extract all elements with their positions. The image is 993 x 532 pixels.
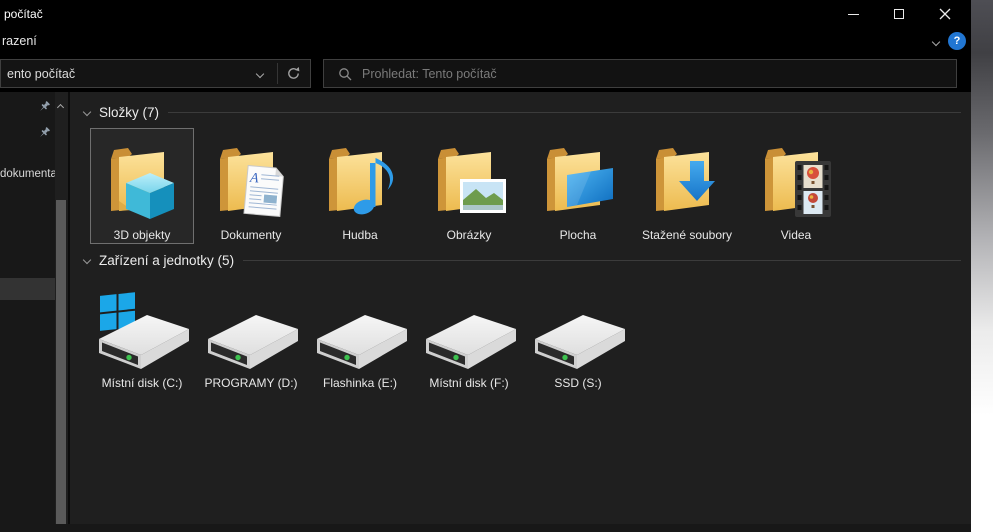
ribbon-expand-button[interactable] bbox=[928, 35, 944, 49]
documents-folder-icon: A bbox=[200, 129, 302, 227]
tile-label: PROGRAMY (D:) bbox=[204, 375, 297, 391]
tab-zobrazeni[interactable]: razení bbox=[2, 34, 37, 48]
hard-drive-icon bbox=[418, 291, 520, 375]
scroll-up-icon[interactable] bbox=[58, 97, 63, 115]
address-path: ento počítač bbox=[7, 67, 75, 81]
tile-label: Videa bbox=[781, 227, 811, 243]
help-icon: ? bbox=[954, 35, 961, 47]
chevron-down-icon bbox=[83, 108, 91, 116]
file-explorer-window: počítač razení ? ento počítač bbox=[0, 0, 971, 532]
scrollbar-thumb[interactable] bbox=[56, 200, 66, 524]
drive-tile-f[interactable]: Místní disk (F:) bbox=[417, 290, 521, 392]
search-icon bbox=[338, 67, 352, 81]
minimize-icon bbox=[848, 14, 859, 15]
address-dropdown-button[interactable] bbox=[246, 60, 274, 87]
chevron-down-icon bbox=[256, 69, 264, 77]
folder-tile-3d-objekty[interactable]: 3D objekty bbox=[90, 128, 194, 244]
tile-label: Flashinka (E:) bbox=[323, 375, 397, 391]
search-box[interactable] bbox=[323, 59, 957, 88]
sidebar-scrollbar[interactable] bbox=[55, 92, 68, 524]
maximize-icon bbox=[894, 9, 904, 19]
system-drive-icon bbox=[91, 291, 193, 375]
window-title: počítač bbox=[4, 7, 43, 21]
tile-label: Plocha bbox=[560, 227, 597, 243]
chevron-down-icon bbox=[83, 256, 91, 264]
refresh-button[interactable] bbox=[278, 60, 308, 87]
drives-grid: Místní disk (C:) bbox=[90, 290, 635, 392]
drive-tile-c[interactable]: Místní disk (C:) bbox=[90, 290, 194, 392]
main-area: dokumenta Složky (7) bbox=[0, 92, 971, 524]
drive-tile-s[interactable]: SSD (S:) bbox=[526, 290, 630, 392]
tile-label: Místní disk (C:) bbox=[102, 375, 183, 391]
chevron-down-icon bbox=[932, 38, 940, 46]
hard-drive-icon bbox=[309, 291, 411, 375]
background-window-behind bbox=[971, 0, 993, 532]
search-input[interactable] bbox=[362, 67, 956, 81]
desktop-folder-icon bbox=[527, 129, 629, 227]
pictures-folder-icon bbox=[418, 129, 520, 227]
address-bar[interactable]: ento počítač bbox=[0, 59, 311, 88]
tile-label: SSD (S:) bbox=[554, 375, 601, 391]
sidebar-selected-row[interactable] bbox=[0, 278, 55, 300]
folder-tile-plocha[interactable]: Plocha bbox=[526, 128, 630, 244]
drive-tile-d[interactable]: PROGRAMY (D:) bbox=[199, 290, 303, 392]
close-icon bbox=[939, 8, 951, 20]
tile-label: Stažené soubory bbox=[642, 227, 732, 243]
folders-grid: 3D objekty A bbox=[90, 128, 853, 244]
folder-tile-stazene-soubory[interactable]: Stažené soubory bbox=[635, 128, 739, 244]
tile-label: Hudba bbox=[342, 227, 377, 243]
hard-drive-icon bbox=[200, 291, 302, 375]
minimize-button[interactable] bbox=[830, 0, 876, 28]
hard-drive-icon bbox=[527, 291, 629, 375]
sidebar-item-label[interactable]: dokumenta bbox=[0, 168, 55, 180]
folder-tile-dokumenty[interactable]: A bbox=[199, 128, 303, 244]
group-header-devices[interactable]: Zařízení a jednotky (5) bbox=[84, 250, 961, 270]
statusbar-partial bbox=[0, 524, 971, 532]
group-title: Složky (7) bbox=[99, 105, 159, 120]
ribbon-tab-bar: razení ? bbox=[0, 28, 971, 55]
3d-objects-folder-icon bbox=[91, 129, 193, 227]
maximize-button[interactable] bbox=[876, 0, 922, 28]
refresh-icon bbox=[286, 66, 301, 81]
close-button[interactable] bbox=[922, 0, 968, 28]
group-title: Zařízení a jednotky (5) bbox=[99, 253, 234, 268]
pin-icon[interactable] bbox=[37, 100, 51, 114]
group-header-folders[interactable]: Složky (7) bbox=[84, 102, 961, 122]
group-divider bbox=[168, 112, 961, 113]
svg-text:A: A bbox=[248, 171, 259, 187]
navigation-toolbar: ento počítač bbox=[0, 55, 971, 92]
folder-tile-videa[interactable]: Videa bbox=[744, 128, 848, 244]
hard-drive-icon bbox=[91, 299, 195, 373]
folder-tile-obrazky[interactable]: Obrázky bbox=[417, 128, 521, 244]
folder-tile-hudba[interactable]: Hudba bbox=[308, 128, 412, 244]
downloads-folder-icon bbox=[636, 129, 738, 227]
screen: počítač razení ? ento počítač bbox=[0, 0, 993, 532]
music-folder-icon bbox=[309, 129, 411, 227]
tile-label: Obrázky bbox=[447, 227, 492, 243]
help-button[interactable]: ? bbox=[948, 32, 966, 50]
group-divider bbox=[243, 260, 961, 261]
tile-label: Dokumenty bbox=[221, 227, 282, 243]
drive-tile-e[interactable]: Flashinka (E:) bbox=[308, 290, 412, 392]
tile-label: 3D objekty bbox=[114, 227, 171, 243]
navigation-pane[interactable]: dokumenta bbox=[0, 92, 55, 524]
items-view: Složky (7) bbox=[70, 92, 971, 524]
tile-label: Místní disk (F:) bbox=[429, 375, 508, 391]
videos-folder-icon bbox=[745, 129, 847, 227]
titlebar[interactable]: počítač bbox=[0, 0, 971, 28]
pin-icon[interactable] bbox=[37, 126, 51, 140]
